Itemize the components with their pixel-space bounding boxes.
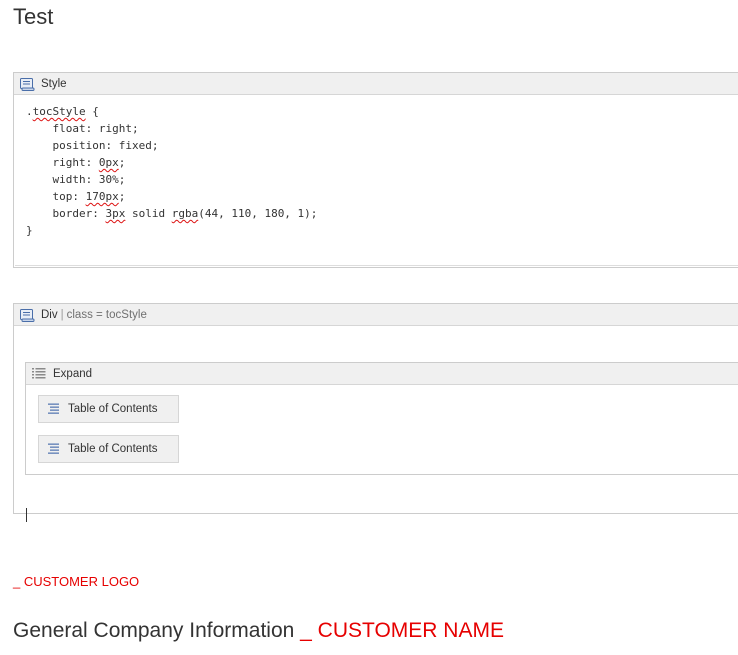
- div-macro-header[interactable]: Div | class = tocStyle: [14, 304, 738, 326]
- toc-macro-label: Table of Contents: [68, 403, 158, 415]
- style-code-block[interactable]: .tocStyle { float: right; position: fixe…: [14, 95, 738, 239]
- code-line: top: 170px;: [26, 190, 126, 203]
- toc-macro[interactable]: Table of Contents: [38, 395, 179, 423]
- code-line: float: right;: [26, 122, 139, 135]
- text-cursor: [26, 508, 27, 522]
- style-macro-header[interactable]: Style: [14, 73, 738, 95]
- div-macro-body[interactable]: Expand Table of Contents Table of Conten…: [14, 326, 738, 522]
- section-heading-text: General Company Information: [13, 619, 301, 642]
- div-macro-separator: |: [60, 308, 64, 321]
- macro-divider: [15, 265, 738, 266]
- expand-macro-label: Expand: [53, 367, 93, 380]
- customer-logo-placeholder: _ CUSTOMER LOGO: [13, 574, 140, 589]
- code-line: right: 0px;: [26, 156, 126, 169]
- code-line: .tocStyle {: [26, 105, 99, 118]
- toc-icon: [47, 402, 61, 416]
- code-line: width: 30%;: [26, 173, 126, 186]
- style-macro-label: Style: [41, 77, 67, 90]
- style-macro[interactable]: Style .tocStyle { float: right; position…: [13, 72, 738, 268]
- page-title: Test: [13, 4, 54, 29]
- toc-icon: [47, 442, 61, 456]
- code-line: }: [26, 224, 33, 237]
- toc-macro[interactable]: Table of Contents: [38, 435, 179, 463]
- expand-macro[interactable]: Expand Table of Contents Table of Conten…: [25, 362, 738, 475]
- toc-macro-label: Table of Contents: [68, 443, 158, 455]
- macro-scroll-icon: [19, 307, 35, 323]
- div-macro-param: class = tocStyle: [66, 308, 147, 321]
- code-line: border: 3px solid rgba(44, 110, 180, 1);: [26, 207, 318, 220]
- section-heading: General Company Information _ CUSTOMER N…: [13, 619, 504, 643]
- macro-scroll-icon: [19, 76, 35, 92]
- list-icon: [31, 366, 47, 382]
- div-macro[interactable]: Div | class = tocStyle Expand Table of C…: [13, 303, 738, 522]
- div-macro-label: Div: [41, 308, 58, 321]
- customer-name-placeholder: _ CUSTOMER NAME: [300, 619, 504, 642]
- expand-macro-header[interactable]: Expand: [26, 363, 738, 385]
- code-line: position: fixed;: [26, 139, 159, 152]
- expand-macro-body: Table of Contents Table of Contents: [26, 385, 738, 463]
